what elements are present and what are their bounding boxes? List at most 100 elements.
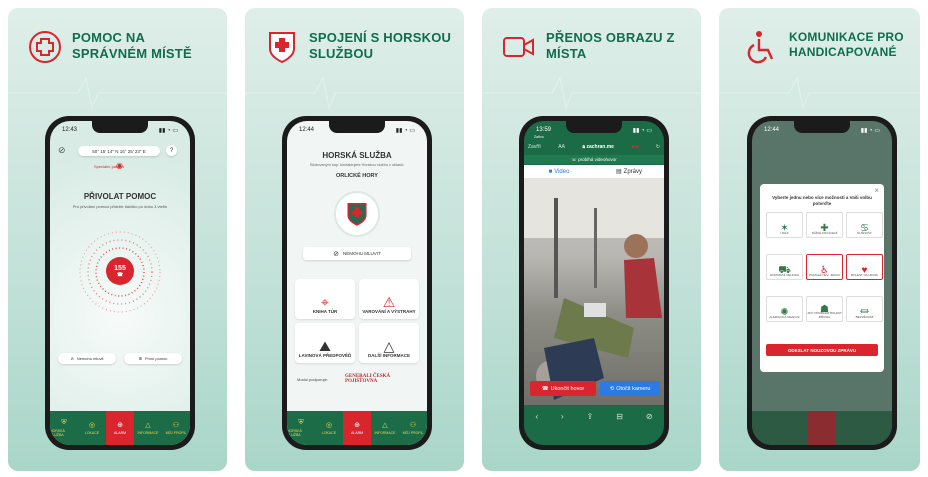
send-emergency-message-button[interactable]: ODESLAT NOUZOVOU ZPRÁVU [766, 344, 878, 356]
symptom-chest-pain[interactable]: ♥ BOLEST NA HRUDI [846, 254, 883, 280]
mountain-rescue-emblem-icon [265, 30, 299, 64]
service-description: Blokovaným kap. kontaktujete Horskou slu… [310, 163, 404, 167]
tab-alarm-dimmed [808, 411, 836, 445]
tab-information[interactable]: △ INFORMACE [371, 411, 399, 445]
tab-information[interactable]: △ INFORMACE [134, 411, 162, 445]
emergency-number: 155 [114, 264, 126, 272]
mountain-service-icon: ⛨ [298, 419, 304, 426]
reload-icon[interactable]: ↻ [656, 144, 660, 150]
call-status-banner: ☏ probíhá videohovor [524, 155, 664, 164]
cannot-speak-button[interactable]: ⊘ Nemohu mluvit [58, 353, 116, 364]
service-heading: HORSKÁ SLUŽBA [322, 151, 392, 160]
compass-icon[interactable]: ⊘ [646, 412, 653, 421]
tab-profile[interactable]: ⚇ MŮJ PROFIL [399, 411, 427, 445]
location-icon: ◎ [88, 422, 96, 429]
symptom-allergic-reaction[interactable]: ✺ ALERGICKÁ REAKCE [766, 296, 803, 322]
info-triangle-icon: △ [145, 422, 151, 429]
symptom-heavy-bleeding[interactable]: ✚ TĚŽKÉ KRVÁCENÍ [806, 212, 843, 238]
card-warnings[interactable]: ⚠ VAROVÁNÍ A VÝSTRAHY [359, 279, 419, 319]
back-to-app[interactable]: Zařivo [534, 135, 544, 139]
symptom-injury[interactable]: ✶ ÚRAZ [766, 212, 803, 238]
first-aid-kit-icon: ⊞ [138, 356, 142, 361]
url-bar[interactable]: 🔒︎ zachran.me [582, 144, 614, 150]
alarm-cross-icon: ⊕ [117, 422, 123, 429]
cannot-speak-button[interactable]: ⊘ NEMOHU MLUVIT [303, 247, 411, 260]
tab-profile[interactable]: ⚇ MŮJ PROFIL [162, 411, 190, 445]
location-icon: ◎ [325, 422, 333, 429]
flip-camera-button[interactable]: ⟲ Otočit kameru [600, 381, 660, 396]
text-size-button[interactable]: AA [558, 144, 565, 150]
call-help-instructions: Pro přivolání pomoci přidržte tlačítko p… [72, 204, 168, 209]
tab-location[interactable]: ◎ LOKACE [78, 411, 106, 445]
phone-mockup: 12:44 ▮▮ ◔ ▭ HORSKÁ SLUŽBA Blokovaným kap… [282, 116, 432, 450]
wheelchair-icon [745, 30, 779, 64]
tab-mountain-service[interactable]: ⛨ HORSKÁ SLUŽBA [287, 411, 315, 445]
tab-alarm[interactable]: ⊕ ALARM [343, 411, 371, 445]
app-screen: 12:44 ▮▮ ◔ ▭ HORSKÁ SLUŽBA Blokovaným kap… [287, 121, 427, 445]
sos-call-button[interactable]: 155 ☎ [106, 257, 134, 285]
close-icon[interactable]: × [874, 186, 879, 195]
first-aid-button[interactable]: ⊞ První pomoc [124, 353, 182, 364]
call-help-heading: PŘIVOLAT POMOC [83, 192, 157, 201]
mountain-outline-icon: △ [383, 338, 395, 354]
browser-close-button[interactable]: Zavřít [528, 144, 541, 150]
panel-title: PŘENOS OBRAZU Z MÍSTA [546, 30, 675, 61]
symptom-dialog: × Vyberte jednu nebo více možností a Vaš… [760, 184, 884, 372]
back-arrow-icon[interactable]: ‹ [535, 412, 538, 421]
warning-triangle-icon: ⚠ [382, 294, 396, 310]
browser-bottom-bar: ‹ › ⇪ ⊟ ⊘ [524, 405, 664, 445]
app-screen: 13:59 ▮▮ ◔ ▭ Zařivo Zavřít AA 🔒︎ zachran.… [524, 121, 664, 445]
bottom-tab-bar: ⛨ HORSKÁ SLUŽBA ◎ LOKACE ⊕ ALARM △ INFORMACE… [287, 411, 427, 445]
service-logo [334, 191, 380, 237]
status-time: 12:44 [764, 127, 780, 133]
symptom-traffic-accident[interactable]: ⛟ DOPRAVNÍ NEHODA [766, 254, 803, 280]
video-camera-icon [502, 30, 536, 64]
mountain-service-icon: ⛨ [61, 419, 67, 426]
phone-mockup: 12:44 ▮▮ ◔ ▭ × Vyberte jednu nebo více mo… [747, 116, 897, 450]
phone-mockup: 12:43 ▮▮ ◔ ▭ ⊘ 50° 15' 14" N 16° 25' 23" … [45, 116, 195, 450]
no-call-icon[interactable]: ⊘ [58, 145, 66, 156]
panel-help: POMOC NA SPRÁVNÉM MÍSTĚ 12:43 ▮▮ ◔ ▭ ⊘ 50… [8, 8, 227, 471]
share-icon[interactable]: ⇪ [587, 412, 594, 421]
card-more-info[interactable]: △ DALŠÍ INFORMACE [359, 323, 419, 363]
video-icon: ■ [548, 168, 553, 175]
mountain-rescue-emblem-icon [347, 203, 367, 226]
alarm-cross-icon: ⊕ [354, 422, 360, 429]
info-triangle-icon: △ [382, 422, 388, 429]
help-button[interactable]: ? [166, 145, 177, 156]
region-name: ORLICKÉ HORY [336, 173, 378, 179]
no-talk-icon: ⊘ [333, 250, 340, 258]
card-avalanche-forecast[interactable]: ⛰ LAVINOVÁ PŘEDPOVĚĎ [295, 323, 355, 363]
dimmed-tab-bar [752, 411, 892, 445]
browser-toolbar: Zavřít AA 🔒︎ zachran.me ■◀ ↻ [528, 141, 660, 153]
symptom-abdominal-pain[interactable]: ☗ JINÝ PROBLÉM BOLEST BŘICHA [806, 296, 843, 322]
medical-cross-icon [28, 30, 62, 64]
app-screen: 12:44 ▮▮ ◔ ▭ × Vyberte jednu nebo více mo… [752, 121, 892, 445]
panel-title: POMOC NA SPRÁVNÉM MÍSTĚ [72, 30, 192, 61]
bookmarks-icon[interactable]: ⊟ [616, 412, 623, 421]
tab-alarm[interactable]: ⊕ ALARM [106, 411, 134, 445]
hang-up-icon: ☎ [541, 385, 549, 392]
tab-location[interactable]: ◎ LOKACE [315, 411, 343, 445]
bottom-tab-bar: ⛨ HORSKÁ SLUŽBA ◎ LOKACE ⊕ ALARM △ INFORMACE… [50, 411, 190, 445]
symptom-unconscious[interactable]: ⏛ BEZVĚDOMÍ [846, 296, 883, 322]
tab-video[interactable]: ■ Video [524, 165, 594, 178]
video-feed [524, 178, 664, 406]
panel-video-transfer: PŘENOS OBRAZU Z MÍSTA 13:59 ▮▮ ◔ ▭ Zařivo… [482, 8, 701, 471]
tab-messages[interactable]: ▤ Zprávy [594, 165, 664, 178]
end-call-button[interactable]: ☎ Ukončit hovor [530, 381, 596, 396]
status-time: 12:43 [62, 127, 78, 133]
forward-arrow-icon[interactable]: › [561, 412, 564, 421]
status-time: 12:44 [299, 127, 315, 133]
profile-icon: ⚇ [409, 422, 417, 429]
symptom-stroke[interactable]: ♿︎ POMALÉ NEV. JEDNU [806, 254, 843, 280]
panel-accessibility: KOMUNIKACE PRO HANDICAPOVANÉ 12:44 ▮▮ ◔ ▭… [719, 8, 920, 471]
panel-title: KOMUNIKACE PRO HANDICAPOVANÉ [789, 30, 904, 59]
card-tour-book[interactable]: ⌖ KNIHA TŮR [295, 279, 355, 319]
tab-mountain-service[interactable]: ⛨ HORSKÁ SLUŽBA [50, 411, 78, 445]
dialog-prompt: Vyberte jednu nebo více možností a Vaši … [772, 195, 872, 206]
profile-icon: ⚇ [172, 422, 180, 429]
symptom-breathlessness[interactable]: ♋︎ DUŠNOST [846, 212, 883, 238]
vodafone-logo-icon: ◉ [116, 161, 123, 170]
phone-icon: ☎ [116, 271, 124, 278]
